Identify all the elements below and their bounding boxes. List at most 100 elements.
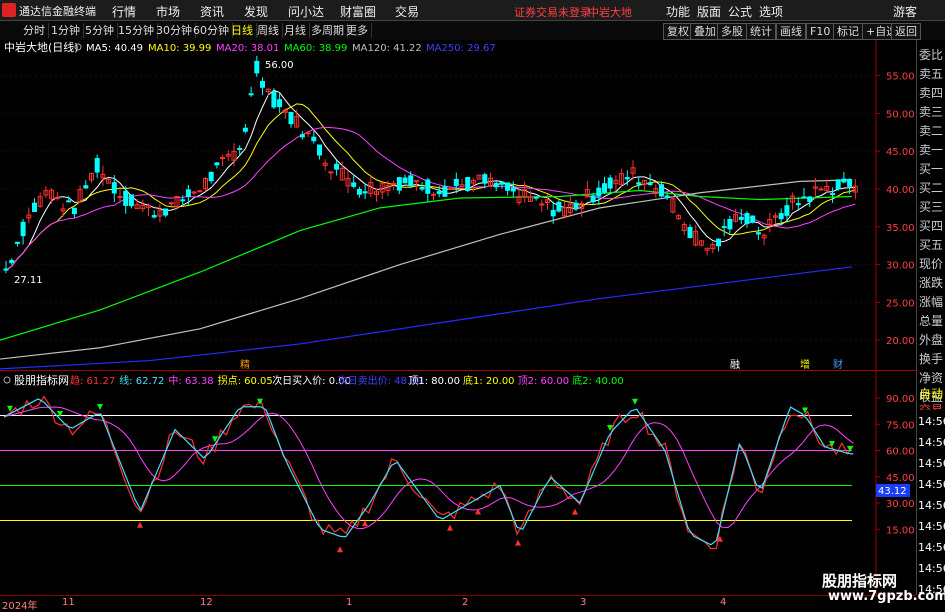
- menu-market[interactable]: 市场: [156, 3, 180, 20]
- quote-field[interactable]: 买四: [919, 217, 943, 234]
- candle-body: [334, 163, 340, 170]
- quote-field[interactable]: 买一: [919, 160, 943, 177]
- quote-field[interactable]: 净资: [919, 369, 943, 386]
- candle-body: [271, 91, 277, 108]
- auto-toggle[interactable]: 自动: [919, 385, 943, 402]
- candle-body: [362, 191, 368, 194]
- ma-label: MA250: 29.67: [426, 43, 496, 54]
- candle-body: [277, 99, 283, 108]
- candle-body: [208, 171, 214, 182]
- adjust-button[interactable]: 复权: [663, 23, 693, 40]
- menu-discover[interactable]: 发现: [244, 3, 268, 20]
- quote-field[interactable]: 委比: [919, 46, 943, 63]
- candle-body: [738, 216, 744, 220]
- event-cai[interactable]: 财: [833, 358, 843, 370]
- event-rong[interactable]: 融: [730, 359, 740, 370]
- candle-body: [607, 177, 613, 189]
- period-more[interactable]: 更多: [343, 23, 372, 38]
- candle-body: [847, 178, 853, 187]
- back-button[interactable]: 返回: [891, 23, 921, 40]
- tick-time: 14:56: [918, 541, 945, 554]
- quote-field[interactable]: 卖三: [919, 103, 943, 120]
- tick-time: 14:56: [918, 478, 945, 491]
- period-multi[interactable]: 多周期: [308, 23, 348, 38]
- menu-news[interactable]: 资讯: [200, 3, 224, 20]
- candle-body: [288, 112, 294, 125]
- indicator-value-label: 顶2: 60.00: [518, 375, 570, 387]
- quote-field[interactable]: 卖二: [919, 122, 943, 139]
- event-jing[interactable]: 精: [240, 358, 250, 370]
- indicator-value-label: 线: 62.72: [119, 374, 164, 387]
- tick-time: 14:56: [918, 436, 945, 449]
- indicator-y-tick: 45.00: [886, 473, 915, 484]
- f10-button[interactable]: F10: [806, 23, 835, 40]
- tick-time: 14:56: [918, 415, 945, 428]
- tick-time: 14:56: [918, 499, 945, 512]
- ma-label: MA10: 39.99: [148, 43, 211, 54]
- quote-field[interactable]: 总量: [919, 312, 943, 329]
- quote-field[interactable]: 涨幅: [919, 293, 943, 310]
- menu-ask[interactable]: 问小达: [288, 3, 324, 20]
- candle-body: [396, 177, 402, 191]
- quote-field[interactable]: 买五: [919, 236, 943, 253]
- candle-body: [9, 259, 15, 264]
- candle-body: [402, 177, 408, 184]
- low-price-label: 27.11: [14, 275, 43, 286]
- period-intraday[interactable]: 分时: [20, 23, 49, 38]
- menu-formula[interactable]: 公式: [728, 3, 752, 20]
- draw-button[interactable]: 画线: [776, 23, 806, 40]
- y-tick-label: 45.00: [886, 147, 915, 158]
- period-60min[interactable]: 60分钟: [190, 23, 233, 38]
- stats-button[interactable]: 统计: [746, 23, 776, 40]
- candle-body: [533, 196, 539, 199]
- high-price-label: 56.00: [265, 60, 294, 71]
- quote-field[interactable]: 卖四: [919, 84, 943, 101]
- quote-field[interactable]: 现价: [919, 255, 943, 272]
- candle-body: [505, 182, 511, 191]
- indicator-chart[interactable]: 90.00 75.00 60.00 45.00 30.00 15.00 43.12 股朋指…: [0, 370, 916, 595]
- menu-trade[interactable]: 交易: [395, 3, 419, 20]
- candle-body: [716, 238, 721, 247]
- overlay-button[interactable]: 叠加: [690, 23, 720, 40]
- period-5min[interactable]: 5分钟: [82, 23, 118, 38]
- indicator-title: 股朋指标网: [14, 373, 69, 387]
- quote-field[interactable]: 换手: [919, 350, 943, 367]
- period-1min[interactable]: 1分钟: [48, 23, 84, 38]
- candle-body: [795, 203, 801, 206]
- guest-user[interactable]: 游客: [893, 3, 917, 20]
- candle-body: [305, 132, 311, 135]
- quote-field[interactable]: 涨跌: [919, 274, 943, 291]
- period-daily[interactable]: 日线: [228, 23, 257, 38]
- quote-field[interactable]: 买二: [919, 179, 943, 196]
- candle-body: [493, 182, 499, 188]
- menu-quotes[interactable]: 行情: [112, 3, 136, 20]
- ma-label: MA5: 40.49: [86, 43, 143, 54]
- candle-body: [499, 181, 505, 185]
- candle-body: [727, 218, 733, 230]
- quote-field[interactable]: 外盘: [919, 331, 943, 348]
- time-label: 3: [580, 597, 587, 608]
- time-label: 12: [200, 597, 213, 608]
- mark-button[interactable]: 标记: [833, 23, 863, 40]
- time-label: 11: [62, 597, 75, 608]
- period-15min[interactable]: 15分钟: [115, 23, 158, 38]
- candle-body: [510, 187, 516, 192]
- candle-body: [784, 205, 790, 216]
- menu-wealth[interactable]: 财富圈: [340, 3, 376, 20]
- event-zeng[interactable]: 增: [800, 358, 810, 370]
- y-tick-label: 40.00: [886, 185, 915, 196]
- candle-body: [163, 208, 169, 216]
- menu-function[interactable]: 功能: [666, 3, 690, 20]
- login-notice[interactable]: 证券交易未登录: [514, 4, 591, 20]
- quote-field[interactable]: 卖五: [919, 65, 943, 82]
- candlestick-chart[interactable]: 55.00 50.00 45.00 40.00 35.00 30.00 25.00 20.00…: [0, 40, 916, 370]
- menu-layout[interactable]: 版面: [697, 3, 721, 20]
- multi-stock-button[interactable]: 多股: [717, 23, 747, 40]
- quote-field[interactable]: 买三: [919, 198, 943, 215]
- quote-field[interactable]: 卖一: [919, 141, 943, 158]
- candle-body: [590, 195, 596, 203]
- period-weekly[interactable]: 周线: [254, 23, 283, 38]
- period-monthly[interactable]: 月线: [281, 23, 310, 38]
- time-label: 1: [346, 597, 353, 608]
- menu-options[interactable]: 选项: [759, 3, 783, 20]
